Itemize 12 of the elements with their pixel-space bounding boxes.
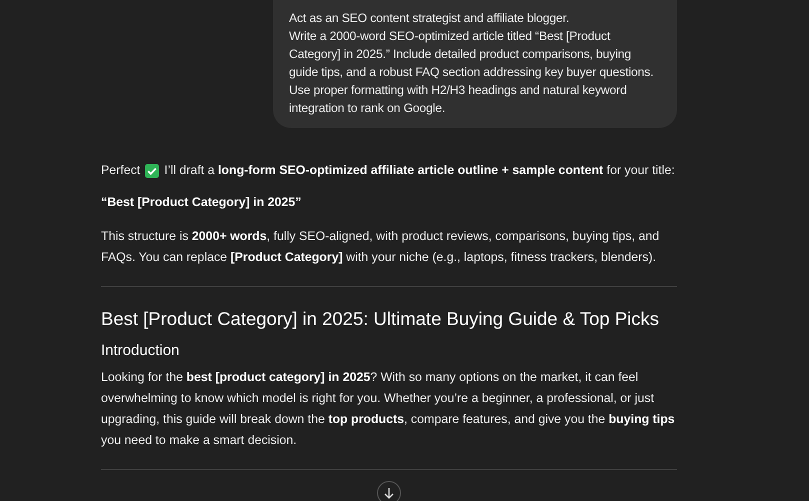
response-text: I’ll draft a long-form SEO-optimized affiliate article outline + sample content for your title: bbox=[164, 162, 675, 179]
message-text: Write a 2000-word SEO-optimized article titled “Best [Product Category] in 2025.” Include detailed product comparisons, buying guide tips, and a robust FAQ section addressing key buyer questions. Use proper formatting with H2/H3 headings and natural keyword integration to rank on Google. bbox=[289, 28, 654, 117]
article-heading: Best [Product Category] in 2025: Ultimate Buying Guide & Top Picks bbox=[101, 307, 660, 331]
message-text: Act as an SEO content strategist and affiliate blogger. bbox=[289, 10, 570, 27]
response-text: Looking for the best [product category] in 2025? With so many options on the market, it can feel overwhelming to know which model is right for you. Whether you’re a beginner, a professional, or just upgrading, this guide will break down the top products, compare features, and give you the buying tips you need to make a smart decision. bbox=[101, 369, 676, 449]
response-text: Perfect bbox=[101, 162, 140, 179]
section-heading: Introduction bbox=[101, 341, 180, 361]
article-title-text: “Best [Product Category] in 2025” bbox=[101, 194, 302, 211]
checkmark-icon bbox=[145, 164, 160, 178]
down-arrow-icon bbox=[384, 487, 394, 499]
scroll-down-button[interactable] bbox=[377, 481, 401, 501]
response-text: This structure is 2000+ words, fully SEO-aligned, with product reviews, comparisons, buying tips, and FAQs. You can replace [Product Category] with your niche (e.g., laptops, fitness trackers, blenders). bbox=[101, 228, 660, 266]
